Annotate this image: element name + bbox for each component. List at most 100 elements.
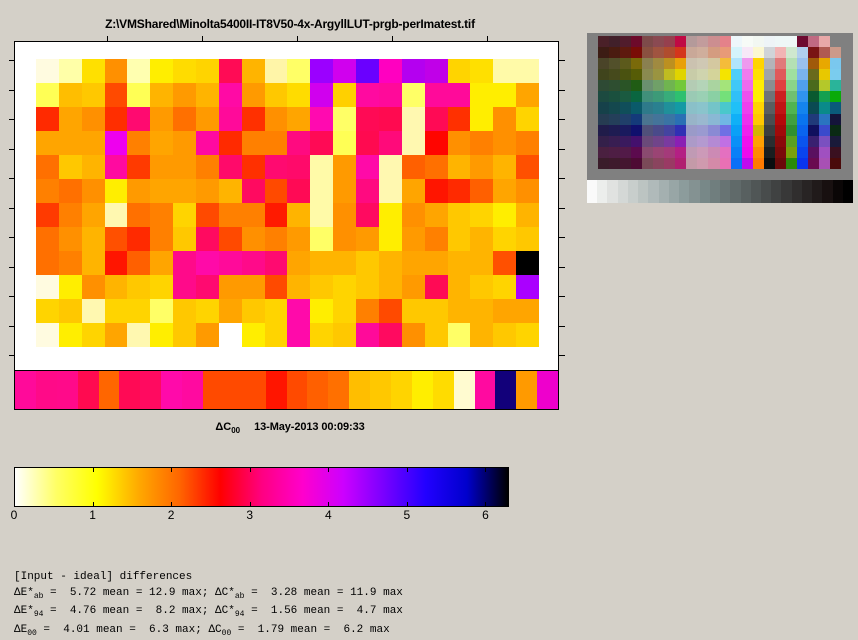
heatmap-cell[interactable] [127, 59, 151, 83]
heatmap-cell[interactable] [401, 131, 425, 155]
heatmap-cell[interactable] [196, 131, 219, 155]
heatmap-bottom-strip[interactable] [14, 370, 559, 410]
heatmap-cell[interactable] [241, 83, 265, 107]
heatmap-cell[interactable] [447, 59, 471, 83]
strip-cell[interactable] [56, 371, 78, 409]
heatmap-cell[interactable] [241, 59, 265, 83]
heatmap-cell[interactable] [401, 59, 425, 83]
heatmap-cell[interactable] [150, 131, 174, 155]
strip-cell[interactable] [140, 371, 162, 409]
strip-cell[interactable] [182, 371, 204, 409]
heatmap-cell[interactable] [356, 155, 379, 179]
heatmap-cell[interactable] [127, 83, 151, 107]
heatmap-cell[interactable] [424, 59, 448, 83]
heatmap-cell[interactable] [241, 299, 265, 323]
heatmap-cell[interactable] [470, 107, 494, 131]
heatmap-cell[interactable] [173, 323, 197, 347]
heatmap-cell[interactable] [196, 203, 219, 227]
strip-cell[interactable] [411, 371, 433, 409]
heatmap-cell[interactable] [127, 323, 151, 347]
heatmap-cell[interactable] [150, 203, 174, 227]
heatmap-cell[interactable] [493, 299, 517, 323]
heatmap-cell[interactable] [81, 155, 105, 179]
heatmap-cell[interactable] [333, 131, 357, 155]
heatmap-cell[interactable] [241, 323, 265, 347]
heatmap-grid[interactable] [36, 59, 539, 347]
heatmap-cell[interactable] [150, 179, 174, 203]
heatmap-cell[interactable] [493, 83, 517, 107]
heatmap-cell[interactable] [470, 59, 494, 83]
heatmap-cell[interactable] [264, 155, 288, 179]
heatmap-cell[interactable] [127, 275, 151, 299]
heatmap-cell[interactable] [516, 59, 539, 83]
heatmap-cell[interactable] [310, 275, 334, 299]
heatmap-cell[interactable] [218, 227, 242, 251]
heatmap-cell[interactable] [378, 203, 402, 227]
heatmap-cell[interactable] [516, 299, 539, 323]
heatmap-cell[interactable] [127, 299, 151, 323]
heatmap-cell[interactable] [493, 323, 517, 347]
heatmap-cell[interactable] [58, 131, 82, 155]
heatmap-cell[interactable] [241, 251, 265, 275]
heatmap-cell[interactable] [127, 155, 151, 179]
heatmap-cell[interactable] [493, 155, 517, 179]
heatmap-cell[interactable] [447, 203, 471, 227]
heatmap-cell[interactable] [333, 275, 357, 299]
heatmap-cell[interactable] [81, 251, 105, 275]
heatmap-cell[interactable] [150, 83, 174, 107]
heatmap-cell[interactable] [516, 251, 539, 275]
heatmap-cell[interactable] [287, 227, 311, 251]
heatmap-cell[interactable] [196, 179, 219, 203]
heatmap-cell[interactable] [81, 227, 105, 251]
heatmap-cell[interactable] [104, 275, 128, 299]
heatmap-cell[interactable] [333, 203, 357, 227]
heatmap-cell[interactable] [81, 83, 105, 107]
heatmap-cell[interactable] [447, 107, 471, 131]
heatmap-cell[interactable] [36, 251, 59, 275]
heatmap-cell[interactable] [127, 227, 151, 251]
heatmap-cell[interactable] [333, 179, 357, 203]
heatmap-cell[interactable] [58, 227, 82, 251]
heatmap-cell[interactable] [218, 131, 242, 155]
heatmap-cell[interactable] [104, 83, 128, 107]
heatmap-cell[interactable] [333, 59, 357, 83]
heatmap-cell[interactable] [401, 179, 425, 203]
strip-cell[interactable] [35, 371, 57, 409]
heatmap-cell[interactable] [36, 155, 59, 179]
heatmap-cell[interactable] [401, 299, 425, 323]
heatmap-cell[interactable] [58, 107, 82, 131]
heatmap-cell[interactable] [264, 227, 288, 251]
heatmap-cell[interactable] [356, 275, 379, 299]
heatmap-cell[interactable] [356, 179, 379, 203]
heatmap-cell[interactable] [333, 107, 357, 131]
heatmap-cell[interactable] [81, 299, 105, 323]
heatmap-cell[interactable] [104, 179, 128, 203]
heatmap-cell[interactable] [310, 227, 334, 251]
heatmap-cell[interactable] [173, 227, 197, 251]
heatmap-cell[interactable] [401, 251, 425, 275]
strip-cell[interactable] [495, 371, 517, 409]
heatmap-cell[interactable] [378, 227, 402, 251]
heatmap-cell[interactable] [264, 299, 288, 323]
heatmap-cell[interactable] [447, 155, 471, 179]
heatmap-cell[interactable] [401, 203, 425, 227]
heatmap-cell[interactable] [264, 203, 288, 227]
heatmap-cell[interactable] [356, 59, 379, 83]
heatmap-cell[interactable] [493, 227, 517, 251]
heatmap-cell[interactable] [58, 323, 82, 347]
heatmap-cell[interactable] [447, 227, 471, 251]
heatmap-cell[interactable] [264, 179, 288, 203]
heatmap-cell[interactable] [516, 131, 539, 155]
heatmap-cell[interactable] [264, 251, 288, 275]
heatmap-cell[interactable] [493, 275, 517, 299]
heatmap-cell[interactable] [424, 203, 448, 227]
strip-cell[interactable] [307, 371, 329, 409]
heatmap-cell[interactable] [447, 83, 471, 107]
heatmap-cell[interactable] [401, 275, 425, 299]
heatmap-cell[interactable] [470, 299, 494, 323]
heatmap-cell[interactable] [36, 131, 59, 155]
heatmap-cell[interactable] [378, 107, 402, 131]
heatmap-cell[interactable] [378, 179, 402, 203]
heatmap-cell[interactable] [104, 299, 128, 323]
heatmap-cell[interactable] [310, 131, 334, 155]
